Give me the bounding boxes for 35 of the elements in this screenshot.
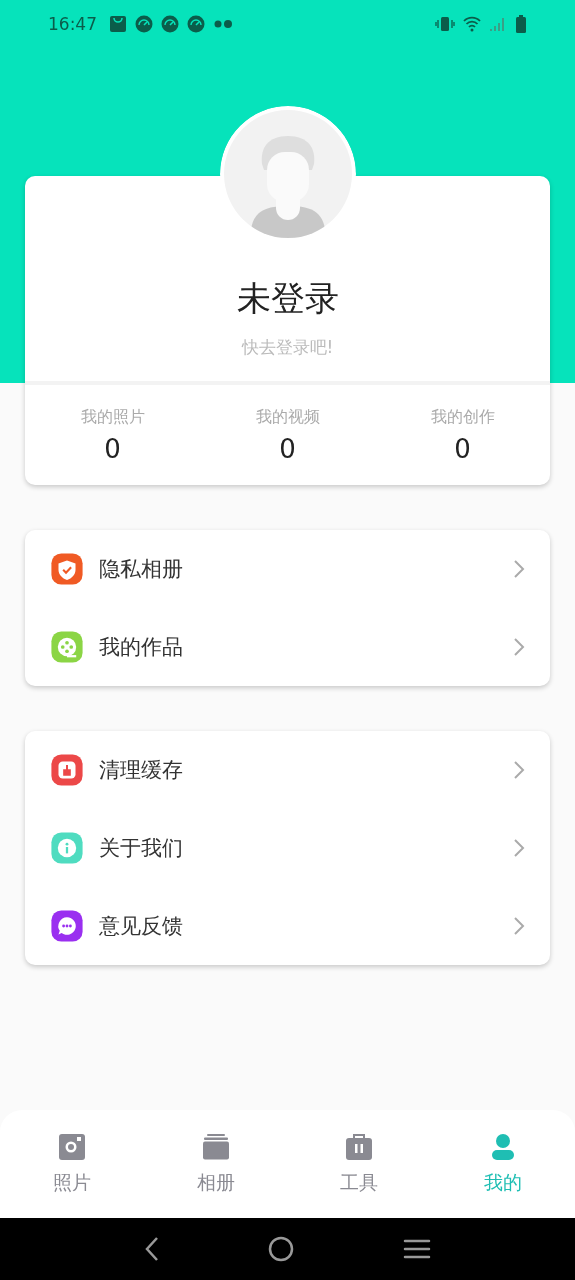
vibrate-icon — [435, 16, 455, 32]
stat-value: 0 — [454, 433, 471, 464]
stat-label: 我的视频 — [255, 406, 320, 428]
camera-icon — [56, 1132, 87, 1162]
chevron-icon — [513, 916, 525, 936]
home-icon[interactable] — [268, 1236, 295, 1262]
chevron-icon — [513, 559, 525, 579]
menu-item[interactable]: 我的作品 — [25, 608, 550, 686]
back-icon[interactable] — [144, 1236, 161, 1262]
tab[interactable]: 照片 — [0, 1110, 144, 1218]
status-time: 16:47 — [48, 14, 97, 34]
stat-value: 0 — [279, 433, 296, 464]
gauge-icon — [187, 15, 205, 33]
battery-icon — [515, 15, 527, 33]
wifi-icon — [463, 16, 481, 32]
dots-icon — [213, 19, 235, 29]
gauge-icon — [135, 15, 153, 33]
tab[interactable]: 相册 — [143, 1110, 288, 1218]
signal-icon — [489, 16, 507, 32]
gauge-icon — [161, 15, 179, 33]
chevron-icon — [513, 760, 525, 780]
chevron-icon — [513, 637, 525, 657]
stat-label: 我的照片 — [80, 406, 145, 428]
menu-item[interactable]: 隐私相册 — [25, 530, 550, 608]
stat-value: 0 — [104, 433, 121, 464]
user-name: 未登录 — [236, 277, 339, 320]
toolbox-icon — [344, 1132, 375, 1162]
menu-item[interactable]: 关于我们 — [25, 809, 550, 887]
menu-item[interactable]: 意见反馈 — [25, 887, 550, 965]
bag-icon — [109, 15, 127, 33]
stack-icon — [200, 1132, 231, 1162]
stat-label: 我的创作 — [430, 406, 495, 428]
chevron-icon — [513, 838, 525, 858]
menu-icon[interactable] — [402, 1238, 431, 1260]
menu-item[interactable]: 清理缓存 — [25, 731, 550, 809]
